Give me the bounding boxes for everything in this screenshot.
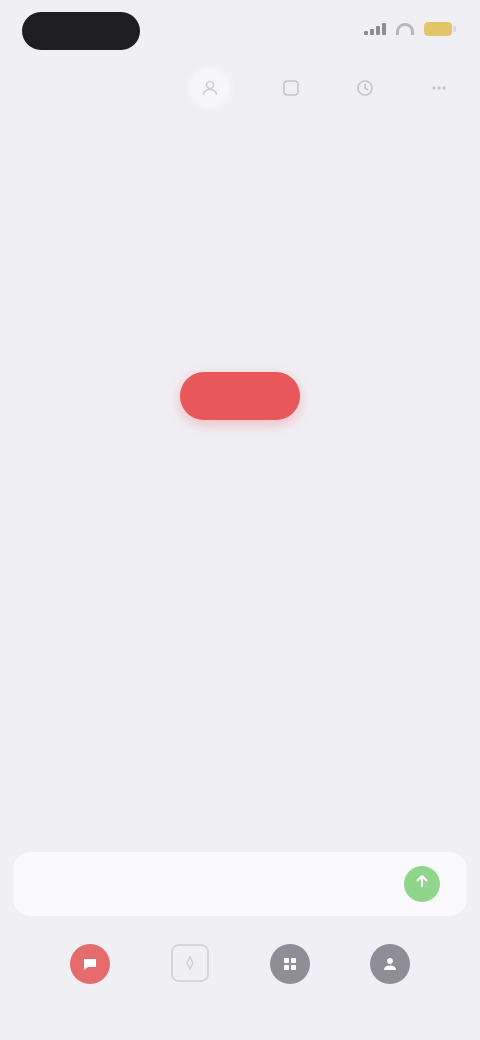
wifi-icon — [396, 23, 414, 35]
tab-chats[interactable] — [55, 944, 125, 1005]
message-composer — [14, 852, 466, 916]
send-button[interactable] — [404, 866, 440, 902]
square-icon[interactable] — [280, 77, 302, 99]
status-bar — [0, 0, 480, 64]
tab-bar — [0, 930, 480, 1040]
app-screen — [0, 0, 480, 1040]
grid-icon — [270, 944, 310, 984]
compass-icon — [171, 944, 209, 982]
signal-icon — [364, 23, 386, 35]
top-toolbar — [192, 70, 450, 106]
person-icon[interactable] — [192, 70, 228, 106]
status-time-pill — [22, 12, 140, 50]
status-icons — [364, 22, 456, 36]
send-icon — [413, 872, 431, 896]
battery-icon — [424, 22, 456, 36]
more-icon[interactable] — [428, 77, 450, 99]
tab-explore[interactable] — [155, 944, 225, 1003]
chat-icon — [70, 944, 110, 984]
primary-action-button[interactable] — [180, 372, 300, 420]
tab-apps[interactable] — [255, 944, 325, 1005]
tab-profile[interactable] — [355, 944, 425, 1005]
clock-icon[interactable] — [354, 77, 376, 99]
message-input[interactable] — [32, 872, 336, 898]
profile-icon — [370, 944, 410, 984]
